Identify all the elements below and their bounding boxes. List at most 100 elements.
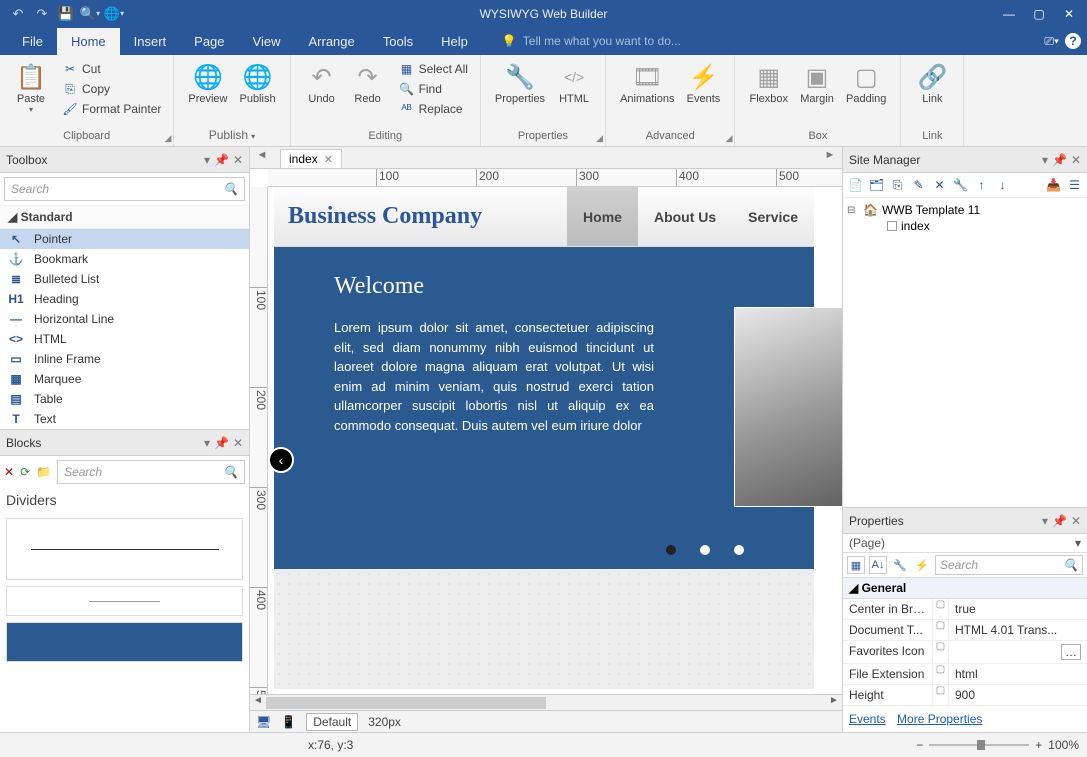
tool-item-html[interactable]: <>HTML	[0, 329, 249, 349]
menu-file[interactable]: File	[8, 28, 57, 55]
scroll-right-icon[interactable]: ►	[826, 695, 842, 706]
tab-nav-left[interactable]: ◄	[254, 149, 270, 161]
wrench-icon[interactable]: 🔧	[891, 556, 909, 574]
tool-item-bulleted-list[interactable]: ≣Bulleted List	[0, 269, 249, 289]
tool-item-text[interactable]: TText	[0, 409, 249, 429]
margin-button[interactable]: ▣Margin	[794, 59, 840, 107]
folder-icon[interactable]: 📁	[36, 465, 51, 479]
cut-button[interactable]: ✂Cut	[58, 59, 165, 79]
document-tab-index[interactable]: index ✕	[280, 149, 342, 168]
tree-root[interactable]: ⊟ 🏠 WWB Template 11	[847, 202, 1083, 218]
menu-help[interactable]: Help	[427, 28, 482, 55]
animations-button[interactable]: 🎞Animations	[614, 59, 680, 107]
select-all-button[interactable]: ▦Select All	[395, 59, 472, 79]
property-value[interactable]: …	[949, 641, 1087, 663]
menu-insert[interactable]: Insert	[120, 28, 181, 55]
close-button[interactable]: ✕	[1055, 3, 1083, 25]
carousel-dot-1[interactable]	[666, 545, 676, 555]
link-button[interactable]: 🔗Link	[909, 59, 955, 107]
property-row[interactable]: Favorites Icon▢…	[843, 641, 1087, 664]
mobile-icon[interactable]: 📱	[281, 715, 296, 729]
nav-about[interactable]: About Us	[638, 187, 732, 246]
menu-view[interactable]: View	[239, 28, 295, 55]
delete-icon[interactable]: ✕	[4, 465, 14, 479]
property-row[interactable]: Center in Bro...▢true	[843, 599, 1087, 620]
replace-button[interactable]: ᴬᴮReplace	[395, 99, 472, 119]
dropdown-icon[interactable]: ▾	[204, 153, 210, 167]
properties-icon[interactable]: 🔧	[952, 177, 969, 193]
close-icon[interactable]: ✕	[324, 153, 333, 166]
move-down-icon[interactable]: ↓	[994, 177, 1011, 193]
import-icon[interactable]: 📥	[1045, 177, 1062, 193]
pin-icon[interactable]: 📌	[214, 436, 229, 450]
menu-page[interactable]: Page	[180, 28, 238, 55]
divider-preview-2[interactable]	[6, 586, 243, 616]
tree-page-index[interactable]: index	[847, 218, 1083, 234]
property-row[interactable]: Document T...▢HTML 4.01 Trans...	[843, 620, 1087, 641]
close-icon[interactable]: ✕	[233, 153, 243, 167]
events-link[interactable]: Events	[849, 712, 886, 726]
new-folder-icon[interactable]: 🗂	[868, 177, 885, 193]
format-painter-button[interactable]: 🖌Format Painter	[58, 99, 165, 119]
carousel-dot-3[interactable]	[734, 545, 744, 555]
refresh-icon[interactable]: ⟳	[20, 465, 30, 479]
properties-selection[interactable]: (Page)▾	[843, 534, 1087, 553]
zoom-slider[interactable]	[929, 744, 1029, 746]
redo-button[interactable]: ↷Redo	[345, 59, 391, 107]
tool-item-inline-frame[interactable]: ▭Inline Frame	[0, 349, 249, 369]
more-properties-link[interactable]: More Properties	[897, 712, 982, 726]
display-options-icon[interactable]: ⎚▾	[1044, 34, 1059, 49]
pin-icon[interactable]: 📌	[1052, 514, 1067, 528]
undo-button[interactable]: ↶Undo	[299, 59, 345, 107]
properties-search[interactable]: Search 🔍	[935, 555, 1083, 575]
tool-item-marquee[interactable]: ▦Marquee	[0, 369, 249, 389]
dialog-launcher-icon[interactable]: ◢	[596, 133, 603, 144]
publish-button[interactable]: 🌐Publish	[233, 59, 281, 107]
property-row[interactable]: File Extension▢html	[843, 664, 1087, 685]
divider-preview-3[interactable]	[6, 622, 243, 662]
tell-me-search[interactable]: 💡 Tell me what you want to do...	[502, 34, 681, 48]
menu-icon[interactable]: ☰	[1066, 177, 1083, 193]
toolbox-category[interactable]: ◢ Standard	[0, 205, 249, 229]
pin-icon[interactable]: 📌	[1052, 153, 1067, 167]
menu-tools[interactable]: Tools	[369, 28, 427, 55]
carousel-dot-2[interactable]	[700, 545, 710, 555]
preview-dropdown-icon[interactable]: 🔍▾	[80, 4, 100, 24]
maximize-button[interactable]: ▢	[1025, 3, 1053, 25]
events-button[interactable]: ⚡Events	[680, 59, 726, 107]
edit-icon[interactable]: ✎	[910, 177, 927, 193]
minimize-button[interactable]: —	[995, 3, 1023, 25]
undo-icon[interactable]: ↶	[8, 4, 28, 24]
help-icon[interactable]: ?	[1065, 33, 1081, 49]
redo-icon[interactable]: ↷	[32, 4, 52, 24]
hero-body[interactable]: Lorem ipsum dolor sit amet, consectetuer…	[334, 318, 654, 435]
scroll-left-icon[interactable]: ◄	[250, 695, 266, 706]
save-icon[interactable]: 💾	[56, 4, 76, 24]
copy-button[interactable]: ⎘Copy	[58, 79, 165, 99]
property-value[interactable]: html	[949, 664, 1087, 684]
property-value[interactable]: true	[949, 599, 1087, 619]
dropdown-icon[interactable]: ▾	[1042, 514, 1048, 528]
expand-icon[interactable]: ⊟	[847, 205, 859, 216]
desktop-icon[interactable]: 🖥	[256, 715, 271, 729]
html-button[interactable]: </>HTML	[551, 59, 597, 107]
tool-item-heading[interactable]: H1Heading	[0, 289, 249, 309]
dropdown-icon[interactable]: ▾	[204, 436, 210, 450]
canvas[interactable]: Business Company Home About Us Service ‹…	[268, 187, 842, 694]
carousel-prev-icon[interactable]: ‹	[268, 447, 294, 473]
bolt-icon[interactable]: ⚡	[913, 556, 931, 574]
nav-home[interactable]: Home	[567, 187, 638, 246]
blocks-section-dividers[interactable]: Dividers	[0, 488, 249, 512]
dropdown-icon[interactable]: ▾	[1042, 153, 1048, 167]
new-page-icon[interactable]: 📄	[847, 177, 864, 193]
tab-nav-right[interactable]: ►	[822, 149, 838, 161]
close-icon[interactable]: ✕	[1071, 153, 1081, 167]
menu-arrange[interactable]: Arrange	[294, 28, 368, 55]
nav-services[interactable]: Service	[732, 187, 814, 246]
property-row[interactable]: Height▢900	[843, 685, 1087, 706]
hero-image[interactable]	[734, 307, 842, 507]
blocks-search[interactable]: Search 🔍	[57, 460, 245, 484]
move-up-icon[interactable]: ↑	[973, 177, 990, 193]
dialog-launcher-icon[interactable]: ◢	[726, 133, 733, 144]
page-logo[interactable]: Business Company	[274, 203, 567, 230]
